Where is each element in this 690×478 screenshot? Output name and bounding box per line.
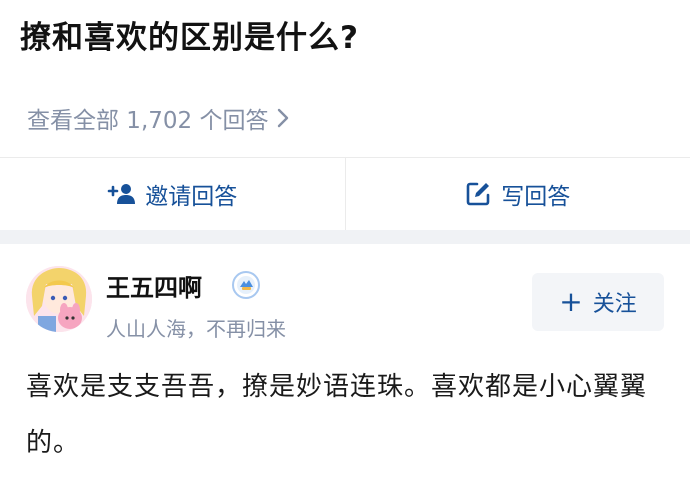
question-title: 撩和喜欢的区别是什么?	[20, 20, 359, 56]
action-bar: 邀请回答 写回答	[0, 158, 690, 230]
follow-button[interactable]: + 关注	[532, 273, 664, 331]
plus-icon: +	[559, 285, 583, 318]
author-bio: 人山人海，不再归来	[106, 317, 286, 341]
view-all-answers-link[interactable]: 查看全部 1,702 个回答	[27, 101, 290, 135]
invite-answer-button[interactable]: 邀请回答	[0, 158, 345, 230]
write-answer-label: 写回答	[501, 184, 571, 210]
chevron-right-icon	[276, 107, 290, 129]
author-avatar[interactable]	[26, 266, 92, 332]
follow-label: 关注	[592, 292, 637, 317]
answer-excerpt[interactable]: 喜欢是支支吾吾，撩是妙语连珠。喜欢都是小心翼翼的。	[26, 359, 676, 471]
write-answer-button[interactable]: 写回答	[346, 158, 690, 230]
section-gap	[0, 230, 690, 244]
question-page: 撩和喜欢的区别是什么? 查看全部 1,702 个回答 邀请回答 写回答 王五四啊…	[0, 0, 690, 478]
invite-user-icon	[107, 183, 136, 205]
view-all-answers-label: 查看全部 1,702 个回答	[27, 108, 269, 134]
author-name[interactable]: 王五四啊	[106, 268, 202, 303]
edit-icon	[465, 181, 491, 207]
invite-answer-label: 邀请回答	[145, 184, 238, 210]
verified-badge-icon	[231, 270, 261, 300]
